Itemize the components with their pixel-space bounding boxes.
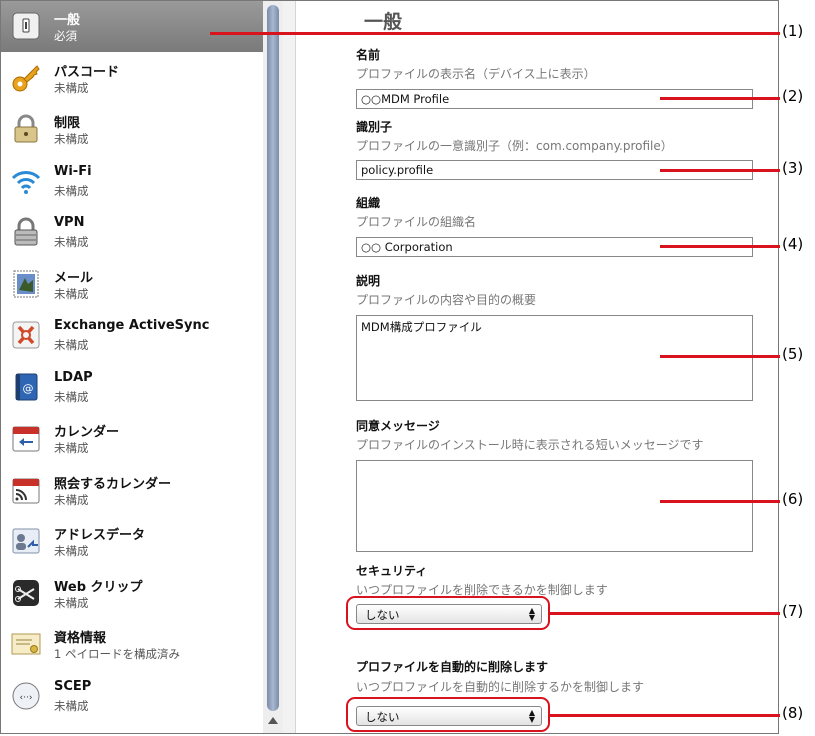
sidebar-item-title: Wi-Fi — [54, 164, 92, 179]
wifi-icon — [11, 171, 41, 194]
web-clip-icon — [13, 580, 39, 606]
sidebar-item-mail[interactable]: メール 未構成 — [1, 259, 263, 310]
lock-icon — [14, 114, 38, 143]
description-description: プロファイルの内容や目的の概要 — [356, 293, 537, 307]
sidebar-item-subtitle: 未構成 — [54, 81, 89, 95]
svg-text:‹··›: ‹··› — [20, 693, 33, 703]
auto-remove-select-highlight — [346, 697, 550, 732]
callout-label-3: (3) — [782, 159, 804, 177]
sidebar-item-subscribed-calendar[interactable]: 照会するカレンダー 未構成 — [1, 465, 263, 516]
sidebar-item-title: 制限 — [54, 116, 81, 131]
callout-label-1: (1) — [782, 22, 804, 40]
scroll-thumb[interactable] — [267, 5, 279, 711]
payload-sidebar: 一般 必須 パスコード 未構成 制限 未構成 Wi-Fi 未構成 VPN 未構成… — [1, 1, 264, 733]
callout-label-2: (2) — [782, 87, 804, 105]
callout-label-5: (5) — [782, 345, 804, 363]
identifier-description: プロファイルの一意識別子（例：com.company.profile） — [356, 139, 673, 153]
sidebar-item-title: SCEP — [54, 679, 92, 694]
exchange-icon — [12, 321, 40, 349]
sidebar-item-title: 照会するカレンダー — [54, 477, 172, 492]
sidebar-item-subtitle: 未構成 — [54, 699, 89, 713]
sidebar-item-restrictions[interactable]: 制限 未構成 — [1, 104, 263, 155]
sidebar-item-title: 資格情報 — [54, 631, 107, 646]
sidebar-item-subtitle: 1 ペイロードを構成済み — [54, 647, 180, 661]
sidebar-item-subtitle: 未構成 — [54, 235, 89, 249]
description-label: 説明 — [356, 274, 381, 288]
callout-label-4: (4) — [782, 235, 804, 253]
sidebar-item-ldap[interactable]: @ LDAP 未構成 — [1, 362, 263, 413]
sidebar-item-subtitle: 未構成 — [54, 544, 89, 558]
scep-icon: ‹··› — [12, 682, 40, 710]
callout-line-4 — [660, 245, 780, 248]
sidebar-item-subtitle: 未構成 — [54, 441, 89, 455]
callout-line-2 — [660, 97, 780, 100]
sidebar-item-title: カレンダー — [54, 425, 120, 440]
sidebar-item-title: VPN — [54, 215, 85, 230]
identifier-label: 識別子 — [356, 120, 393, 134]
sidebar-item-credentials[interactable]: 資格情報 1 ペイロードを構成済み — [1, 619, 263, 670]
sidebar-item-subtitle: 未構成 — [54, 596, 89, 610]
page-title: 一般 — [364, 11, 403, 33]
callout-label-7: (7) — [782, 602, 804, 620]
sidebar-item-title: アドレスデータ — [54, 528, 146, 543]
sidebar-item-subtitle: 未構成 — [54, 390, 89, 404]
sidebar-item-subtitle: 未構成 — [54, 184, 89, 198]
calendar-icon — [12, 426, 40, 452]
consent-message-field[interactable] — [356, 460, 753, 552]
security-label: セキュリティ — [356, 564, 428, 578]
sidebar-item-scep[interactable]: ‹··› SCEP 未構成 — [1, 671, 263, 722]
key-icon — [12, 65, 40, 92]
sidebar-item-general[interactable]: 一般 必須 — [1, 1, 263, 52]
security-select-highlight — [346, 596, 550, 630]
sidebar-item-title: メール — [54, 271, 94, 286]
certificate-icon — [11, 633, 41, 655]
ldap-book-icon: @ — [15, 373, 38, 401]
scroll-up-arrow-icon[interactable] — [268, 717, 278, 724]
sidebar-item-subtitle: 未構成 — [54, 287, 89, 301]
sidebar-item-vpn[interactable]: VPN 未構成 — [1, 207, 263, 258]
sidebar-item-subtitle: 未構成 — [54, 338, 89, 352]
callout-line-5 — [660, 355, 780, 358]
vpn-lock-icon — [14, 217, 38, 246]
sidebar-item-title: LDAP — [54, 370, 93, 385]
sidebar-item-title: Web クリップ — [54, 580, 143, 595]
sidebar-item-subtitle: 未構成 — [54, 493, 89, 507]
callout-label-6: (6) — [782, 490, 804, 508]
consent-label: 同意メッセージ — [356, 419, 440, 433]
organization-label: 組織 — [356, 196, 381, 210]
sidebar-item-title: Exchange ActiveSync — [54, 318, 210, 333]
callout-line-6 — [660, 500, 780, 503]
sidebar-item-web-clip[interactable]: Web クリップ 未構成 — [1, 568, 263, 619]
general-icon — [12, 12, 40, 40]
sidebar-item-contacts[interactable]: アドレスデータ 未構成 — [1, 516, 263, 567]
sidebar-scrollbar[interactable] — [263, 1, 284, 733]
callout-line-7 — [550, 612, 780, 615]
subscribed-calendar-icon — [12, 478, 40, 504]
callout-label-8: (8) — [782, 704, 804, 722]
callout-line-1 — [210, 32, 780, 35]
name-label: 名前 — [356, 48, 381, 62]
sidebar-item-wifi[interactable]: Wi-Fi 未構成 — [1, 156, 263, 207]
sidebar-item-passcode[interactable]: パスコード 未構成 — [1, 53, 263, 104]
sidebar-item-subtitle: 未構成 — [54, 132, 89, 146]
name-description: プロファイルの表示名（デバイス上に表示） — [356, 67, 596, 81]
sidebar-item-subtitle: 必須 — [54, 29, 77, 43]
organization-description: プロファイルの組織名 — [356, 215, 477, 229]
sidebar-item-exchange[interactable]: Exchange ActiveSync 未構成 — [1, 310, 263, 361]
contacts-icon — [12, 528, 40, 554]
auto-remove-label: プロファイルを自動的に削除します — [356, 660, 549, 674]
sidebar-item-calendar[interactable]: カレンダー 未構成 — [1, 413, 263, 464]
sidebar-item-title: 一般 — [54, 13, 81, 28]
auto-remove-description: いつプロファイルを自動的に削除するかを制御します — [356, 680, 645, 694]
callout-line-8 — [550, 714, 780, 717]
sidebar-item-title: パスコード — [54, 65, 120, 80]
consent-description: プロファイルのインストール時に表示される短いメッセージです — [356, 438, 704, 452]
svg-text:@: @ — [23, 382, 34, 395]
description-field[interactable]: MDM構成プロファイル — [356, 315, 753, 401]
mail-stamp-icon — [13, 270, 39, 298]
callout-line-3 — [660, 169, 780, 172]
pane-divider[interactable] — [283, 1, 296, 733]
